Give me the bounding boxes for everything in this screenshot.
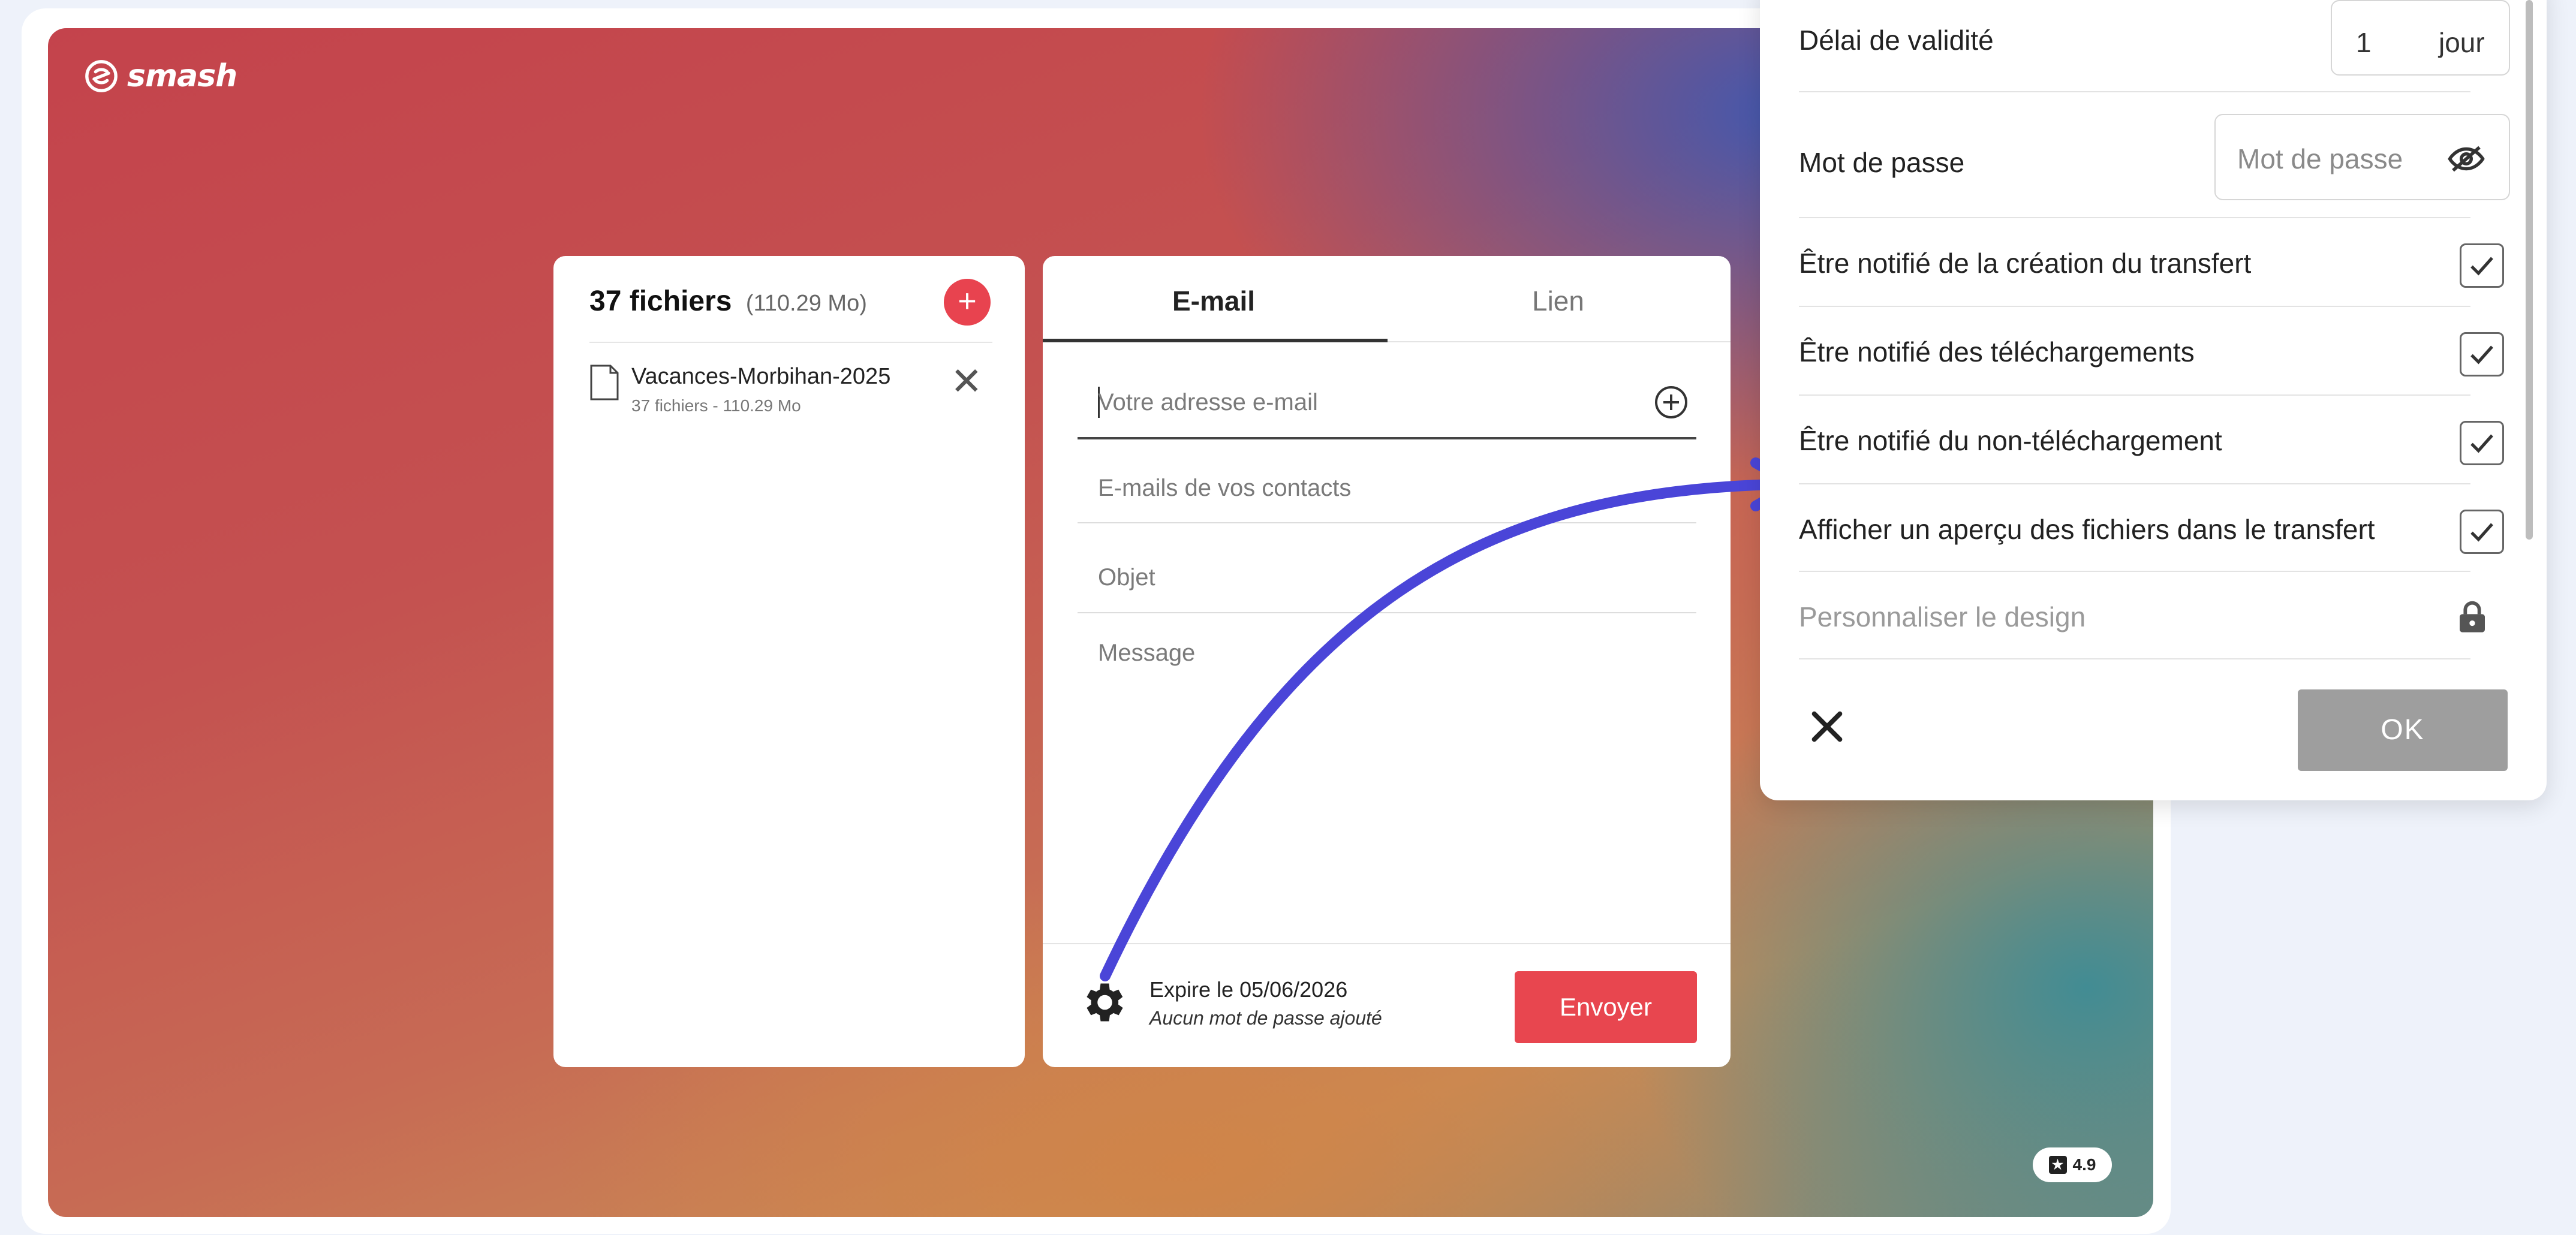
scrollbar[interactable] <box>2526 0 2533 540</box>
active-tab-indicator <box>1043 339 1388 342</box>
close-icon[interactable] <box>1808 707 1846 746</box>
option-row-notify-no-download[interactable]: Être notifié du non-téléchargement <box>1799 394 2504 484</box>
ok-button[interactable]: OK <box>2298 689 2508 771</box>
file-name: Vacances-Morbihan-2025 <box>631 364 891 389</box>
sender-email-placeholder: Votre adresse e-mail <box>1098 389 1318 415</box>
divider <box>589 342 992 343</box>
send-panel: E-mail Lien Votre adresse e-mail E-mails… <box>1043 256 1731 1067</box>
option-label: Être notifié des téléchargements <box>1799 336 2195 368</box>
option-label: Être notifié du non-téléchargement <box>1799 425 2222 456</box>
send-tabs: E-mail Lien <box>1043 256 1731 342</box>
checkbox-checked[interactable] <box>2460 421 2504 465</box>
recipients-input[interactable]: E-mails de vos contacts <box>1078 437 1696 523</box>
file-list-item[interactable]: Vacances-Morbihan-2025 37 fichiers - 110… <box>589 359 997 425</box>
rating-badge[interactable]: ★ 4.9 <box>2033 1147 2112 1182</box>
expiry-text: Expire le 05/06/2026 <box>1149 977 1348 1002</box>
password-label: Mot de passe <box>1799 147 1965 178</box>
validity-row: Délai de validité 1 jour <box>1799 0 2510 92</box>
files-total-size: (110.29 Mo) <box>745 291 867 316</box>
brand-name: smash <box>127 58 237 94</box>
option-label: Être notifié de la création du transfert <box>1799 248 2252 279</box>
checkbox-checked[interactable] <box>2460 243 2504 288</box>
smash-logo-icon <box>85 60 118 92</box>
file-icon <box>590 365 619 400</box>
send-button[interactable]: Envoyer <box>1515 971 1697 1043</box>
recipients-placeholder: E-mails de vos contacts <box>1098 475 1352 501</box>
check-icon <box>2470 523 2493 542</box>
check-icon <box>2470 257 2493 276</box>
subject-input[interactable]: Objet <box>1078 522 1696 613</box>
add-files-button[interactable]: + <box>944 279 991 326</box>
password-input[interactable]: Mot de passe <box>2214 114 2510 200</box>
files-count: 37 fichiers <box>589 285 732 317</box>
check-icon <box>2470 434 2493 453</box>
message-textarea[interactable]: Message <box>1078 640 1696 666</box>
option-row-customize-design: Personnaliser le design <box>1799 571 2485 659</box>
option-row-notify-creation[interactable]: Être notifié de la création du transfert <box>1799 217 2504 307</box>
smash-logo[interactable]: smash <box>84 58 237 94</box>
add-circle-icon[interactable] <box>1653 384 1689 420</box>
checkbox-checked[interactable] <box>2460 510 2504 554</box>
validity-input[interactable]: 1 jour <box>2331 0 2510 76</box>
tab-email[interactable]: E-mail <box>1172 285 1255 317</box>
rating-value: 4.9 <box>2072 1155 2096 1174</box>
remove-file-close-icon[interactable]: ✕ <box>950 362 983 400</box>
option-row-notify-downloads[interactable]: Être notifié des téléchargements <box>1799 306 2504 396</box>
files-panel: 37 fichiers (110.29 Mo) + Vacances-Morbi… <box>553 256 1025 1067</box>
eye-off-icon[interactable] <box>2446 139 2486 179</box>
validity-label: Délai de validité <box>1799 25 1994 56</box>
message-placeholder: Message <box>1098 640 1196 666</box>
gear-icon[interactable] <box>1078 977 1128 1028</box>
design-label: Personnaliser le design <box>1799 601 2086 632</box>
file-meta: 37 fichiers - 110.29 Mo <box>631 396 801 415</box>
validity-value: 1 <box>2356 27 2372 58</box>
checkbox-checked[interactable] <box>2460 332 2504 376</box>
password-status: Aucun mot de passe ajouté <box>1149 1007 1382 1029</box>
validity-unit: jour <box>2439 27 2485 58</box>
files-header: 37 fichiers (110.29 Mo) <box>589 285 867 318</box>
subject-placeholder: Objet <box>1098 564 1155 591</box>
footer-divider <box>1043 943 1731 944</box>
lock-icon <box>2460 601 2485 632</box>
option-row-file-preview[interactable]: Afficher un aperçu des fichiers dans le … <box>1799 483 2504 572</box>
transfer-settings-panel: Délai de validité 1 jour Mot de passe Mo… <box>1760 0 2547 800</box>
sender-email-input[interactable]: Votre adresse e-mail <box>1078 365 1696 439</box>
option-label: Afficher un aperçu des fichiers dans le … <box>1799 514 2375 545</box>
star-icon: ★ <box>2048 1156 2067 1174</box>
password-row: Mot de passe Mot de passe <box>1799 91 2510 218</box>
check-icon <box>2470 345 2493 365</box>
password-placeholder: Mot de passe <box>2237 143 2403 174</box>
tab-link[interactable]: Lien <box>1532 285 1584 317</box>
